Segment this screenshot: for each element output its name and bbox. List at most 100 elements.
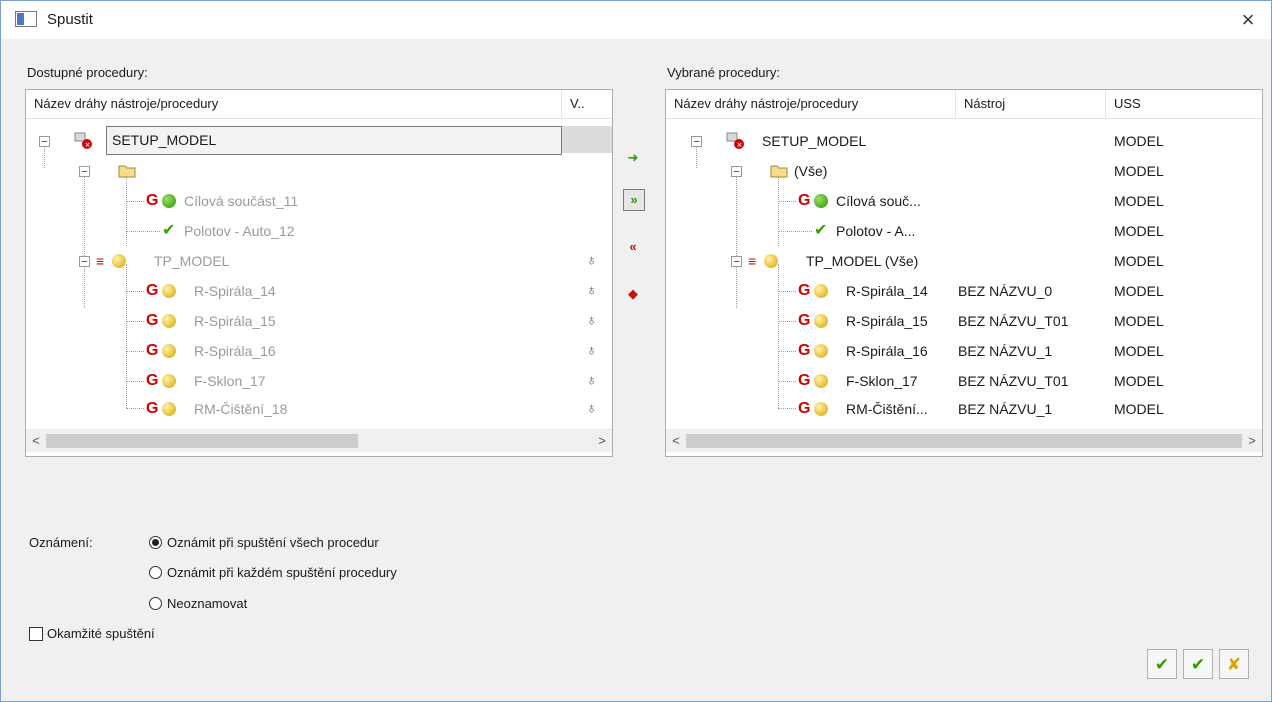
scroll-thumb[interactable] <box>46 434 358 448</box>
folder-icon <box>118 165 136 178</box>
scroll-right-icon[interactable]: > <box>1242 430 1262 452</box>
move-all-right-button[interactable]: » <box>623 189 645 211</box>
uss-cell: MODEL <box>1114 253 1164 269</box>
g-icon: G <box>798 282 811 299</box>
left-col-v[interactable]: V.. <box>562 90 612 118</box>
setup-model-icon: × <box>74 132 92 149</box>
run-dialog: Spustit × Dostupné procedury: Název dráh… <box>0 0 1272 702</box>
left-col-name[interactable]: Název dráhy nástroje/procedury <box>26 90 562 118</box>
tree-row[interactable]: G RM-Čištění... BEZ NÁZVU_1 MODEL <box>666 394 1262 424</box>
ok-button[interactable]: ✔ <box>1183 649 1213 679</box>
right-col-uss[interactable]: USS <box>1106 90 1262 118</box>
tree-row[interactable]: − × SETUP_MODEL <box>26 126 612 156</box>
scroll-right-icon[interactable]: > <box>592 430 612 452</box>
status-yellow-icon <box>162 402 176 416</box>
collapse-icon[interactable]: − <box>79 256 90 268</box>
tree-row[interactable]: G R-Spirála_15 BEZ NÁZVU_T01 MODEL <box>666 306 1262 336</box>
selected-procedures-label: Vybrané procedury: <box>667 65 780 80</box>
scroll-thumb[interactable] <box>686 434 1242 448</box>
tree-row[interactable]: G R-Spirála_15 ♁ <box>26 306 612 336</box>
move-all-left-button[interactable]: « <box>623 237 643 257</box>
list-icon: ≡ <box>96 253 105 269</box>
immediate-run-label[interactable]: Okamžité spuštění <box>47 626 155 641</box>
selected-procedures-tree[interactable]: Název dráhy nástroje/procedury Nástroj U… <box>665 89 1263 457</box>
tree-row[interactable]: G RM-Čištění_18 ♁ <box>26 394 612 424</box>
bulb-icon: ♁ <box>586 342 598 359</box>
tree-row[interactable]: G R-Spirála_14 ♁ <box>26 276 612 306</box>
tree-item-label: (Vše) <box>794 163 828 179</box>
left-horizontal-scrollbar[interactable]: < > <box>26 429 612 452</box>
tool-cell: BEZ NÁZVU_T01 <box>958 373 1069 389</box>
collapse-icon[interactable]: − <box>39 136 50 148</box>
right-horizontal-scrollbar[interactable]: < > <box>666 429 1262 452</box>
tree-item-label: R-Spirála_15 <box>846 313 928 329</box>
bulb-icon: ♁ <box>586 400 598 417</box>
status-yellow-icon <box>112 254 126 268</box>
status-yellow-icon <box>764 254 778 268</box>
tree-row[interactable]: − × SETUP_MODEL MODEL <box>666 126 1262 156</box>
close-button[interactable]: × <box>1231 5 1265 35</box>
tree-item-label: R-Spirála_14 <box>194 283 276 299</box>
bulb-icon: ♁ <box>586 312 598 329</box>
g-icon: G <box>146 282 159 299</box>
scroll-left-icon[interactable]: < <box>26 430 46 452</box>
status-green-icon <box>814 194 828 208</box>
setup-model-icon: × <box>726 132 744 149</box>
folder-icon <box>770 165 788 178</box>
collapse-icon[interactable]: − <box>691 136 702 148</box>
tree-row[interactable]: − <box>26 156 612 186</box>
g-icon: G <box>146 312 159 329</box>
radio-notify-each-label[interactable]: Oznámit při každém spuštění procedury <box>167 565 397 580</box>
cancel-icon: ✘ <box>1226 655 1242 674</box>
tool-cell: BEZ NÁZVU_0 <box>958 283 1053 299</box>
move-left-button[interactable]: ◆ <box>623 284 643 304</box>
radio-notify-none-label[interactable]: Neoznamovat <box>167 596 247 611</box>
cancel-button[interactable]: ✘ <box>1219 649 1249 679</box>
collapse-icon[interactable]: − <box>79 166 90 178</box>
tree-item-label: R-Spirála_15 <box>194 313 276 329</box>
status-yellow-icon <box>814 314 828 328</box>
radio-notify-each[interactable] <box>149 566 162 579</box>
tree-row[interactable]: − ≡ TP_MODEL (Vše) MODEL <box>666 246 1262 276</box>
tree-row[interactable]: G F-Sklon_17 BEZ NÁZVU_T01 MODEL <box>666 366 1262 396</box>
tree-item-label: R-Spirála_14 <box>846 283 928 299</box>
radio-notify-none[interactable] <box>149 597 162 610</box>
tree-row[interactable]: G Cílová souč... MODEL <box>666 186 1262 216</box>
tool-cell: BEZ NÁZVU_1 <box>958 401 1053 417</box>
tree-row[interactable]: G Cílová součást_11 <box>26 186 612 216</box>
available-procedures-tree[interactable]: Název dráhy nástroje/procedury V.. − × S… <box>25 89 613 457</box>
tree-row[interactable]: ✔ Polotov - A... MODEL <box>666 216 1262 246</box>
tree-item-label: RM-Čištění_18 <box>194 401 288 417</box>
scroll-left-icon[interactable]: < <box>666 430 686 452</box>
check-bulb-icon: ✔ <box>1154 655 1170 674</box>
tree-row[interactable]: − ≡ TP_MODEL ♁ <box>26 246 612 276</box>
window-icon <box>15 11 37 27</box>
immediate-run-checkbox[interactable] <box>29 627 43 641</box>
collapse-icon[interactable]: − <box>731 256 742 268</box>
tree-row[interactable]: − (Vše) MODEL <box>666 156 1262 186</box>
tree-row[interactable]: G F-Sklon_17 ♁ <box>26 366 612 396</box>
radio-notify-all-label[interactable]: Oznámit při spuštění všech procedur <box>167 535 379 550</box>
tree-item-label: F-Sklon_17 <box>846 373 918 389</box>
uss-cell: MODEL <box>1114 283 1164 299</box>
g-icon: G <box>146 372 159 389</box>
notify-label: Oznámení: <box>29 535 93 550</box>
tree-row[interactable]: ✔ Polotov - Auto_12 <box>26 216 612 246</box>
tree-row[interactable]: G R-Spirála_16 ♁ <box>26 336 612 366</box>
tree-row[interactable]: G R-Spirála_14 BEZ NÁZVU_0 MODEL <box>666 276 1262 306</box>
g-icon: G <box>146 342 159 359</box>
right-col-name[interactable]: Název dráhy nástroje/procedury <box>666 90 956 118</box>
apply-button[interactable]: ✔ <box>1147 649 1177 679</box>
collapse-icon[interactable]: − <box>731 166 742 178</box>
status-yellow-icon <box>814 344 828 358</box>
check-icon: ✔ <box>162 222 176 239</box>
radio-notify-all[interactable] <box>149 536 162 549</box>
available-procedures-label: Dostupné procedury: <box>27 65 148 80</box>
status-yellow-icon <box>162 284 176 298</box>
window-title: Spustit <box>47 11 93 28</box>
right-col-tool[interactable]: Nástroj <box>956 90 1106 118</box>
move-right-button[interactable]: ➜ <box>623 148 643 168</box>
uss-cell: MODEL <box>1114 313 1164 329</box>
uss-cell: MODEL <box>1114 373 1164 389</box>
tree-row[interactable]: G R-Spirála_16 BEZ NÁZVU_1 MODEL <box>666 336 1262 366</box>
